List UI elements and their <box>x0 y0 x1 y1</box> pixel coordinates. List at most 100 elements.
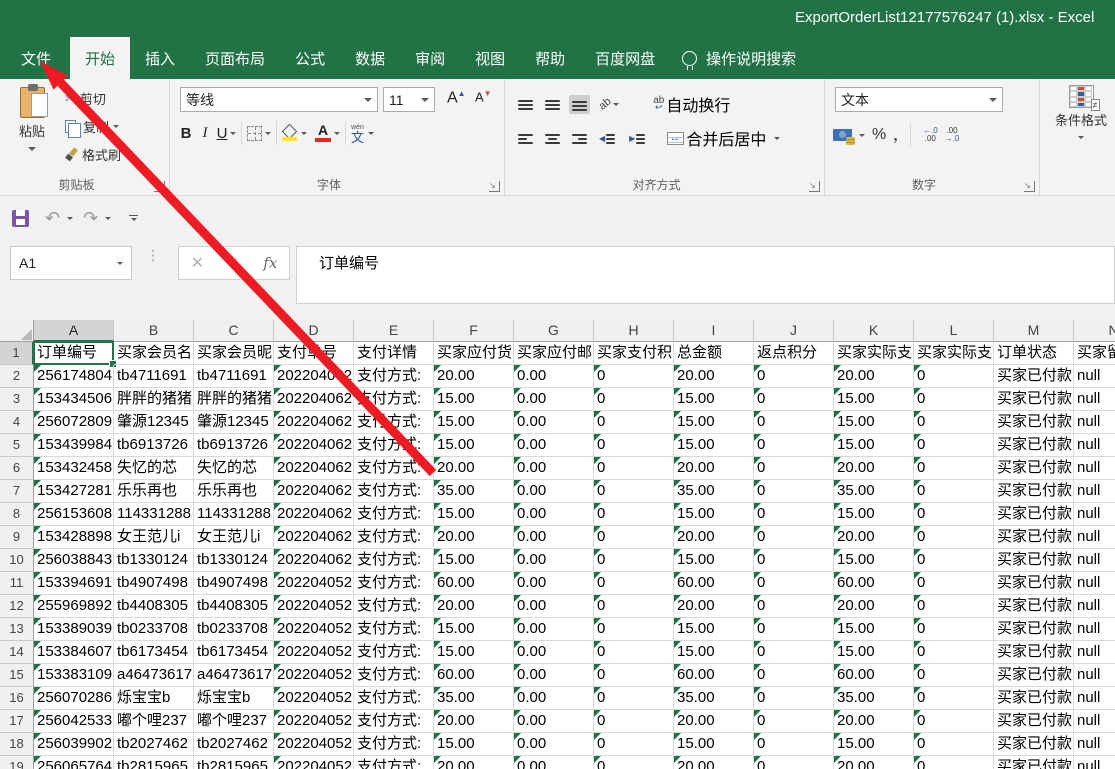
align-right-button[interactable] <box>569 129 590 148</box>
row-header-7[interactable]: 7 <box>0 480 34 503</box>
cell-F12[interactable]: 20.00 <box>434 595 514 618</box>
cell-D13[interactable]: 202204052 <box>274 618 354 641</box>
column-header-J[interactable]: J <box>754 320 834 342</box>
column-header-L[interactable]: L <box>914 320 994 342</box>
cell-J5[interactable]: 0 <box>754 434 834 457</box>
cell-H18[interactable]: 0 <box>594 733 674 756</box>
cell-L2[interactable]: 0 <box>914 365 994 388</box>
cell-L11[interactable]: 0 <box>914 572 994 595</box>
cell-F18[interactable]: 15.00 <box>434 733 514 756</box>
cell-M8[interactable]: 买家已付款 <box>994 503 1074 526</box>
cell-C19[interactable]: tb2815965 <box>194 756 274 769</box>
cell-B12[interactable]: tb4408305 <box>114 595 194 618</box>
cell-I16[interactable]: 35.00 <box>674 687 754 710</box>
cell-G8[interactable]: 0.00 <box>514 503 594 526</box>
cell-A15[interactable]: 153383109 <box>34 664 114 687</box>
row-header-16[interactable]: 16 <box>0 687 34 710</box>
cell-I15[interactable]: 60.00 <box>674 664 754 687</box>
cell-K11[interactable]: 60.00 <box>834 572 914 595</box>
format-painter-button[interactable]: 格式刷 <box>62 143 124 166</box>
cell-E9[interactable]: 支付方式: <box>354 526 434 549</box>
tab-视图[interactable]: 视图 <box>460 37 520 79</box>
cell-N4[interactable]: null <box>1074 411 1115 434</box>
cell-C5[interactable]: tb6913726 <box>194 434 274 457</box>
cell-C18[interactable]: tb2027462 <box>194 733 274 756</box>
cell-D12[interactable]: 202204052 <box>274 595 354 618</box>
merge-center-button[interactable]: 合并后居中 <box>664 123 783 153</box>
cell-G4[interactable]: 0.00 <box>514 411 594 434</box>
cell-I1[interactable]: 总金额 <box>674 342 754 365</box>
cell-M6[interactable]: 买家已付款 <box>994 457 1074 480</box>
cell-H5[interactable]: 0 <box>594 434 674 457</box>
cell-B9[interactable]: 女王范儿i <box>114 526 194 549</box>
bold-button[interactable]: B <box>176 125 196 142</box>
cell-K2[interactable]: 20.00 <box>834 365 914 388</box>
cell-B6[interactable]: 失忆的芯 <box>114 457 194 480</box>
cell-G13[interactable]: 0.00 <box>514 618 594 641</box>
cell-A16[interactable]: 256070286 <box>34 687 114 710</box>
cell-B8[interactable]: 114331288 <box>114 503 194 526</box>
row-header-17[interactable]: 17 <box>0 710 34 733</box>
cell-H3[interactable]: 0 <box>594 388 674 411</box>
save-button[interactable] <box>12 210 29 227</box>
cell-I11[interactable]: 60.00 <box>674 572 754 595</box>
cell-N15[interactable]: null <box>1074 664 1115 687</box>
cell-C11[interactable]: tb4907498 <box>194 572 274 595</box>
row-header-9[interactable]: 9 <box>0 526 34 549</box>
cell-A8[interactable]: 256153608 <box>34 503 114 526</box>
cell-L6[interactable]: 0 <box>914 457 994 480</box>
font-size-combobox[interactable]: 11 <box>383 87 435 112</box>
cell-F10[interactable]: 15.00 <box>434 549 514 572</box>
cell-C6[interactable]: 失忆的芯 <box>194 457 274 480</box>
tab-数据[interactable]: 数据 <box>340 37 400 79</box>
cell-F15[interactable]: 60.00 <box>434 664 514 687</box>
cell-M4[interactable]: 买家已付款 <box>994 411 1074 434</box>
cell-C1[interactable]: 买家会员昵 <box>194 342 274 365</box>
column-header-F[interactable]: F <box>434 320 514 342</box>
cell-J17[interactable]: 0 <box>754 710 834 733</box>
cell-N13[interactable]: null <box>1074 618 1115 641</box>
cell-D5[interactable]: 202204062 <box>274 434 354 457</box>
cell-D17[interactable]: 202204052 <box>274 710 354 733</box>
cell-A3[interactable]: 153434506 <box>34 388 114 411</box>
cell-E17[interactable]: 支付方式: <box>354 710 434 733</box>
cell-L19[interactable]: 0 <box>914 756 994 769</box>
cell-L5[interactable]: 0 <box>914 434 994 457</box>
cell-G10[interactable]: 0.00 <box>514 549 594 572</box>
cell-H4[interactable]: 0 <box>594 411 674 434</box>
cell-M13[interactable]: 买家已付款 <box>994 618 1074 641</box>
cell-F16[interactable]: 35.00 <box>434 687 514 710</box>
cell-K6[interactable]: 20.00 <box>834 457 914 480</box>
cell-C4[interactable]: 肇源12345 <box>194 411 274 434</box>
cell-D14[interactable]: 202204052 <box>274 641 354 664</box>
cell-N5[interactable]: null <box>1074 434 1115 457</box>
cell-A13[interactable]: 153389039 <box>34 618 114 641</box>
tab-开始[interactable]: 开始 <box>70 37 130 79</box>
conditional-formatting-button[interactable]: ≠ 条件格式 <box>1048 85 1114 144</box>
cell-H1[interactable]: 买家支付积 <box>594 342 674 365</box>
cell-C10[interactable]: tb1330124 <box>194 549 274 572</box>
cell-L4[interactable]: 0 <box>914 411 994 434</box>
cell-J4[interactable]: 0 <box>754 411 834 434</box>
cell-D2[interactable]: 202204062 <box>274 365 354 388</box>
cell-H13[interactable]: 0 <box>594 618 674 641</box>
align-top-button[interactable] <box>515 95 536 114</box>
alignment-dialog-launcher[interactable]: ↘ <box>809 181 820 192</box>
enter-button[interactable]: ✓ <box>227 254 240 272</box>
cell-I4[interactable]: 15.00 <box>674 411 754 434</box>
cell-K14[interactable]: 15.00 <box>834 641 914 664</box>
percent-style-button[interactable]: % <box>872 126 886 144</box>
tab-公式[interactable]: 公式 <box>280 37 340 79</box>
cell-N14[interactable]: null <box>1074 641 1115 664</box>
cell-D6[interactable]: 202204062 <box>274 457 354 480</box>
cell-J15[interactable]: 0 <box>754 664 834 687</box>
cell-B2[interactable]: tb4711691 <box>114 365 194 388</box>
cell-G11[interactable]: 0.00 <box>514 572 594 595</box>
column-header-B[interactable]: B <box>114 320 194 342</box>
name-box[interactable]: A1 <box>10 246 132 280</box>
cell-G12[interactable]: 0.00 <box>514 595 594 618</box>
comma-style-button[interactable]: , <box>893 130 898 140</box>
increase-indent-button[interactable]: ▶ <box>626 129 650 148</box>
accounting-format-button[interactable] <box>833 129 852 141</box>
wrap-text-button[interactable]: ab↩ 自动换行 <box>650 89 733 119</box>
